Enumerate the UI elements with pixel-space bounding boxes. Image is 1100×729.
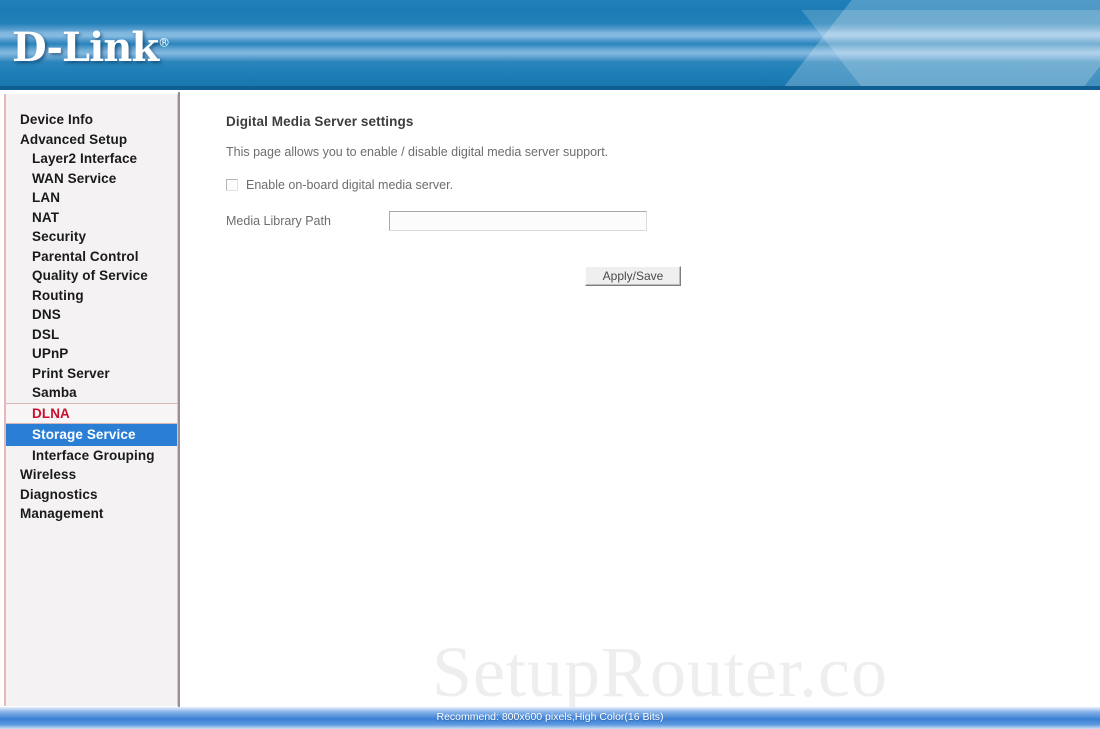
enable-media-server-label[interactable]: Enable on-board digital media server. bbox=[246, 178, 453, 192]
sidebar-item-dlna[interactable]: DLNA bbox=[6, 402, 177, 424]
main-content-area: Digital Media Server settings This page … bbox=[182, 94, 1096, 706]
sidebar-item-wireless[interactable]: Wireless bbox=[6, 465, 177, 485]
registered-trademark-icon: ® bbox=[158, 35, 170, 50]
media-library-path-row: Media Library Path bbox=[226, 211, 647, 231]
sidebar-item-nat[interactable]: NAT bbox=[6, 208, 177, 228]
dlink-logo: D-Link® bbox=[12, 24, 170, 71]
sidebar-item-device-info[interactable]: Device Info bbox=[6, 110, 177, 130]
footer-recommendation-text: Recommend: 800x600 pixels,High Color(16 … bbox=[436, 711, 664, 723]
sidebar-item-lan[interactable]: LAN bbox=[6, 188, 177, 208]
media-library-path-label: Media Library Path bbox=[226, 214, 331, 228]
banner-swoosh-decoration-secondary bbox=[801, 10, 1100, 90]
sidebar-item-dsl[interactable]: DSL bbox=[6, 325, 177, 345]
sidebar-item-parental-control[interactable]: Parental Control bbox=[6, 247, 177, 267]
media-library-path-input[interactable] bbox=[389, 211, 647, 231]
banner-bottom-edge bbox=[0, 86, 1100, 90]
sidebar-item-diagnostics[interactable]: Diagnostics bbox=[6, 485, 177, 505]
sidebar-item-advanced-setup[interactable]: Advanced Setup bbox=[6, 130, 177, 150]
sidebar-item-wan-service[interactable]: WAN Service bbox=[6, 169, 177, 189]
sidebar-item-storage-service[interactable]: Storage Service bbox=[6, 424, 177, 446]
page-description: This page allows you to enable / disable… bbox=[226, 145, 609, 159]
header-banner: D-Link® bbox=[0, 0, 1100, 90]
enable-media-server-row: Enable on-board digital media server. bbox=[226, 178, 453, 192]
sidebar-item-upnp[interactable]: UPnP bbox=[6, 344, 177, 364]
enable-media-server-checkbox[interactable] bbox=[226, 179, 238, 191]
sidebar-item-quality-of-service[interactable]: Quality of Service bbox=[6, 266, 177, 286]
footer-bar: Recommend: 800x600 pixels,High Color(16 … bbox=[0, 707, 1100, 729]
sidebar-content-divider bbox=[178, 92, 180, 708]
sidebar-item-management[interactable]: Management bbox=[6, 504, 177, 524]
sidebar-item-interface-grouping[interactable]: Interface Grouping bbox=[6, 446, 177, 466]
dlink-logo-text: D-Link bbox=[12, 24, 159, 71]
sidebar-item-layer2-interface[interactable]: Layer2 Interface bbox=[6, 149, 177, 169]
sidebar-item-samba[interactable]: Samba bbox=[6, 383, 177, 403]
sidebar-item-print-server[interactable]: Print Server bbox=[6, 364, 177, 384]
banner-swoosh-decoration bbox=[781, 0, 1100, 90]
page-title: Digital Media Server settings bbox=[226, 114, 414, 129]
sidebar-item-security[interactable]: Security bbox=[6, 227, 177, 247]
apply-save-button[interactable]: Apply/Save bbox=[585, 266, 681, 286]
sidebar-item-dns[interactable]: DNS bbox=[6, 305, 177, 325]
sidebar-navigation: Device Info Advanced Setup Layer2 Interfac… bbox=[4, 94, 178, 706]
sidebar-item-routing[interactable]: Routing bbox=[6, 286, 177, 306]
